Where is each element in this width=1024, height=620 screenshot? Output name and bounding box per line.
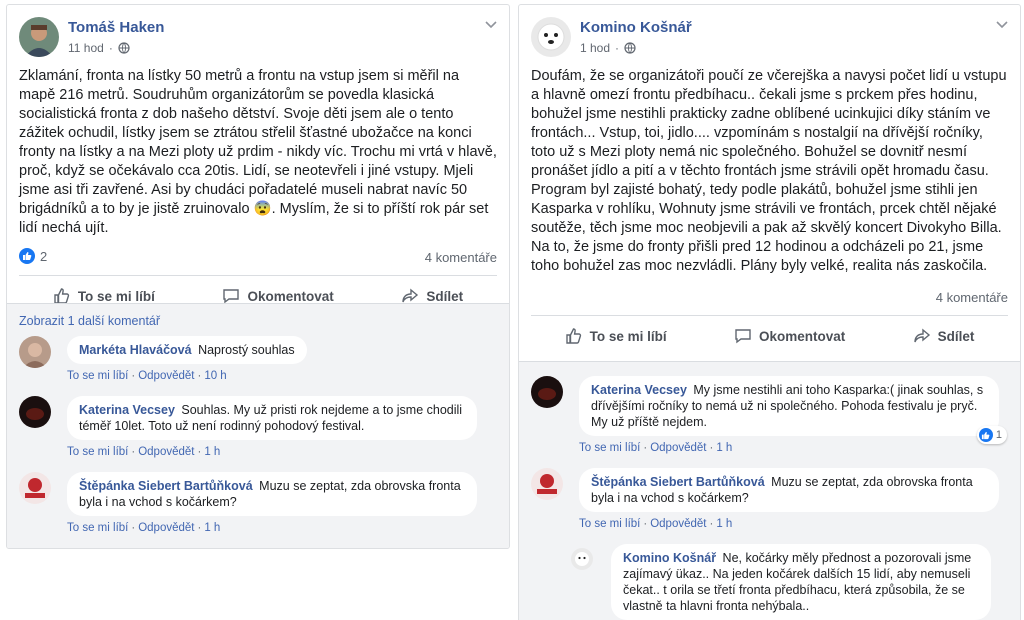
post-time[interactable]: 11 hod <box>68 41 104 55</box>
comment-author[interactable]: Štěpánka Siebert Bartůňková <box>79 479 253 493</box>
comment-count[interactable]: 4 komentáře <box>425 250 497 265</box>
post-time[interactable]: 1 hod <box>580 41 610 55</box>
post-meta: 1 hod · <box>580 41 636 55</box>
post-card: Tomáš Haken 11 hod · Zklamání, fronta na… <box>6 4 510 549</box>
comment-author[interactable]: Markéta Hlaváčová <box>79 343 192 357</box>
comment-bubble: Komino Košnář Ne, kočárky měly přednost … <box>611 544 991 620</box>
post-text: Zklamání, fronta na lístky 50 metrů a fr… <box>19 68 497 236</box>
share-icon <box>913 328 930 343</box>
globe-icon <box>624 42 636 54</box>
like-button[interactable]: To se mi líbí <box>565 327 667 345</box>
comment: Štěpánka Siebert Bartůňková Muzu se zept… <box>19 472 497 534</box>
chevron-down-icon[interactable] <box>485 21 497 29</box>
avatar[interactable] <box>531 17 571 57</box>
comment-bubble: Markéta Hlaváčová Naprostý souhlas <box>67 336 307 364</box>
comment-bubble: Štěpánka Siebert Bartůňková Muzu se zept… <box>579 468 999 512</box>
like-summary[interactable]: 2 <box>19 248 47 264</box>
comment-author[interactable]: Katerina Vecsey <box>79 403 175 417</box>
comment-label: Okomentovat <box>247 288 334 304</box>
comment-reply: Komino Košnář Ne, kočárky měly přednost … <box>571 544 1008 620</box>
comment-button[interactable]: Okomentovat <box>734 327 845 345</box>
comment: Markéta Hlaváčová Naprostý souhlas To se… <box>19 336 497 382</box>
comment-author[interactable]: Štěpánka Siebert Bartůňková <box>591 475 765 489</box>
globe-icon <box>118 42 130 54</box>
comments-section: Zobrazit 1 další komentář Markéta Hlaváč… <box>7 303 509 548</box>
avatar[interactable] <box>531 376 563 408</box>
post-header: Tomáš Haken 11 hod · <box>7 5 509 67</box>
post-author[interactable]: Komino Košnář <box>580 19 692 36</box>
comment-text: Naprostý souhlas <box>198 343 295 357</box>
avatar[interactable] <box>531 468 563 500</box>
share-label: Sdílet <box>426 288 464 304</box>
avatar[interactable] <box>571 548 593 570</box>
avatar[interactable] <box>19 396 51 428</box>
share-button[interactable]: Sdílet <box>913 327 975 345</box>
avatar[interactable] <box>19 17 59 57</box>
post-meta: 11 hod · <box>68 41 130 55</box>
comment-reply-link[interactable]: Odpovědět <box>138 522 194 534</box>
post-stats: 4 komentáře <box>531 276 1008 316</box>
comment-actions: To se mi líbí · Odpovědět · 10 h <box>67 370 227 382</box>
like-reaction-icon <box>19 248 35 264</box>
post-stats: 2 4 komentáře <box>19 238 497 276</box>
share-label: Sdílet <box>937 328 975 344</box>
comment-like-link[interactable]: To se mi líbí <box>67 446 128 458</box>
chevron-down-icon[interactable] <box>996 21 1008 29</box>
post-actions: To se mi líbí Okomentovat Sdílet <box>531 316 1008 356</box>
like-reaction-icon <box>978 428 993 442</box>
comment-bubble: Štěpánka Siebert Bartůňková Muzu se zept… <box>67 472 477 516</box>
comment-time[interactable]: 1 h <box>716 518 732 530</box>
comment-time[interactable]: 1 h <box>204 446 220 458</box>
comment-author[interactable]: Komino Košnář <box>623 551 716 565</box>
comment-reply-link[interactable]: Odpovědět <box>138 446 194 458</box>
show-more-comments-link[interactable]: Zobrazit 1 další komentář <box>19 314 497 328</box>
comment-reply-link[interactable]: Odpovědět <box>138 370 194 382</box>
avatar[interactable] <box>19 472 51 504</box>
comment-time[interactable]: 1 h <box>204 522 220 534</box>
comment: Katerina Vecsey My jsme nestihli ani toh… <box>531 376 1008 454</box>
comment-actions: To se mi líbí · Odpovědět · 1 h <box>67 446 221 458</box>
reaction-badge[interactable]: 1 <box>976 426 1007 444</box>
post-text: Doufám, že se organizátoři poučí ze včer… <box>531 68 1007 274</box>
comment-actions: To se mi líbí · Odpovědět · 1 h <box>579 442 733 454</box>
comment: Katerina Vecsey Souhlas. My už pristi ro… <box>19 396 497 458</box>
comment-like-link[interactable]: To se mi líbí <box>67 370 128 382</box>
post-card: Komino Košnář 1 hod · Doufám, že se orga… <box>518 4 1021 620</box>
comment-reply-link[interactable]: Odpovědět <box>650 518 706 530</box>
like-count: 2 <box>40 248 48 264</box>
comment-time[interactable]: 10 h <box>204 370 226 382</box>
like-label: To se mi líbí <box>77 288 155 304</box>
comment-icon <box>735 329 751 344</box>
like-label: To se mi líbí <box>589 328 667 344</box>
comment-reply-link[interactable]: Odpovědět <box>650 442 706 454</box>
post-author[interactable]: Tomáš Haken <box>68 19 164 36</box>
comment: Štěpánka Siebert Bartůňková Muzu se zept… <box>531 468 1008 530</box>
avatar[interactable] <box>19 336 51 368</box>
comment-like-link[interactable]: To se mi líbí <box>579 518 640 530</box>
post-header: Komino Košnář 1 hod · <box>519 5 1020 67</box>
comment-bubble: Katerina Vecsey Souhlas. My už pristi ro… <box>67 396 477 440</box>
comment-bubble: Katerina Vecsey My jsme nestihli ani toh… <box>579 376 1007 444</box>
comments-section: Katerina Vecsey My jsme nestihli ani toh… <box>519 361 1020 620</box>
thumbs-up-icon <box>565 328 581 344</box>
comment-count[interactable]: 4 komentáře <box>936 290 1008 305</box>
comment-actions: To se mi líbí · Odpovědět · 1 h <box>579 518 733 530</box>
comment-actions: To se mi líbí · Odpovědět · 1 h <box>67 522 221 534</box>
comment-label: Okomentovat <box>758 328 846 344</box>
comment-like-link[interactable]: To se mi líbí <box>579 442 640 454</box>
comment-time[interactable]: 1 h <box>716 442 732 454</box>
comment-like-link[interactable]: To se mi líbí <box>67 522 128 534</box>
comment-author[interactable]: Katerina Vecsey <box>591 383 687 397</box>
reaction-count: 1 <box>995 429 1002 441</box>
